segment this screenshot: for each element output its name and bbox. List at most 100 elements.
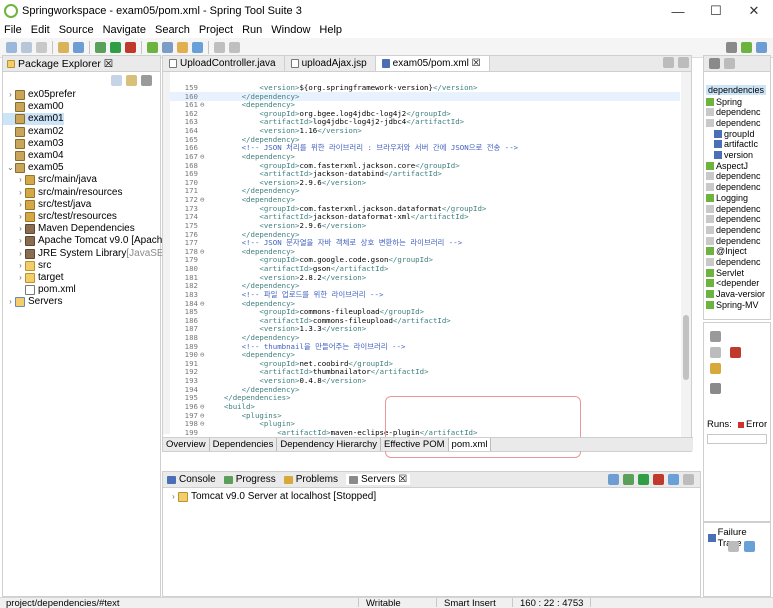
page-tab-dependency-hierarchy[interactable]: Dependency Hierarchy (277, 438, 381, 451)
tree-twisty-icon[interactable]: › (16, 174, 25, 186)
tree-item[interactable]: › JRE System Library [JavaSE-1.8] (3, 248, 184, 260)
tab-pom-xml[interactable]: exam05/pom.xml ☒ (375, 56, 490, 71)
outline-item[interactable]: dependenc (706, 235, 761, 246)
compare-result-icon[interactable] (744, 541, 755, 552)
page-tab-dependencies[interactable]: Dependencies (210, 438, 278, 451)
nav-back-icon[interactable] (214, 42, 225, 53)
page-tab-effective-pom[interactable]: Effective POM (381, 438, 449, 451)
menu-edit[interactable]: Edit (31, 24, 50, 36)
maximize-editor-icon[interactable] (678, 57, 689, 68)
toolbar-search-icon[interactable] (726, 42, 737, 53)
minimize-editor-icon[interactable] (663, 57, 674, 68)
tab-console[interactable]: Console (167, 474, 216, 485)
folder-icon[interactable] (177, 42, 188, 53)
outline-item[interactable]: dependenc (706, 182, 761, 193)
menu-navigate[interactable]: Navigate (103, 24, 146, 36)
outline-item[interactable]: Servlet (706, 267, 744, 278)
tree-item[interactable]: › Maven Dependencies (3, 223, 135, 235)
tab-upload-controller[interactable]: UploadController.java (163, 56, 285, 71)
open-type-icon[interactable] (58, 42, 69, 53)
outline-item[interactable]: Java-versior (706, 289, 765, 300)
server-publish-icon[interactable] (668, 474, 679, 485)
new-icon[interactable] (6, 42, 17, 53)
outline-item[interactable]: @Inject (706, 246, 747, 257)
page-tab-overview[interactable]: Overview (163, 438, 210, 451)
outline-item[interactable]: <depender (706, 278, 759, 289)
tree-twisty-icon[interactable]: › (16, 272, 25, 284)
outline-item[interactable]: dependenc (706, 107, 761, 118)
tree-twisty-icon[interactable]: › (16, 211, 25, 223)
tab-servers[interactable]: Servers ☒ (345, 474, 411, 485)
collapse-all-icon[interactable] (111, 74, 122, 86)
perspective-spring-icon[interactable] (741, 42, 752, 53)
tree-twisty-icon[interactable]: › (16, 199, 25, 211)
maximize-button[interactable]: ☐ (697, 3, 735, 19)
tree-item[interactable]: › src/main/resources (3, 187, 122, 199)
tree-twisty-icon[interactable]: › (16, 223, 25, 235)
tab-problems[interactable]: Problems (283, 474, 338, 485)
tree-item[interactable]: › target (3, 272, 64, 284)
tab-upload-ajax[interactable]: uploadAjax.jsp (285, 56, 376, 71)
spring-boot-icon[interactable] (147, 42, 158, 53)
outline-item[interactable]: artifactIc (714, 139, 758, 150)
panel-minimize-icon[interactable] (683, 474, 694, 485)
server-debug-icon[interactable] (608, 474, 619, 485)
tab-progress[interactable]: Progress (223, 474, 276, 485)
error-marker-icon[interactable] (730, 347, 741, 358)
link-editor-icon[interactable] (126, 74, 137, 86)
outline-item[interactable]: dependenc (706, 203, 761, 214)
tree-twisty-icon[interactable]: › (16, 235, 25, 247)
tree-item[interactable]: › Servers (3, 296, 62, 308)
close-button[interactable]: ✕ (735, 3, 773, 19)
tree-twisty-icon[interactable]: ⌄ (6, 162, 15, 174)
tree-item[interactable]: exam01 (3, 113, 64, 126)
outline-item[interactable]: groupId (714, 128, 755, 139)
server-start-icon[interactable] (623, 474, 634, 485)
outline-item[interactable]: Spring (706, 96, 742, 107)
tree-item[interactable]: pom.xml (3, 284, 76, 296)
server-stop-icon[interactable] (653, 474, 664, 485)
outline-item[interactable]: Spring-MV (706, 299, 759, 310)
tree-item[interactable]: › src/main/java (3, 174, 97, 186)
server-run-icon[interactable] (638, 474, 649, 485)
menu-source[interactable]: Source (59, 24, 94, 36)
menu-window[interactable]: Window (271, 24, 310, 36)
tree-item[interactable]: exam03 (3, 138, 64, 150)
server-entry[interactable]: › Tomcat v9.0 Server at localhost [Stopp… (169, 491, 376, 502)
menu-help[interactable]: Help (319, 24, 342, 36)
outline-selected-node[interactable]: dependencies (706, 85, 767, 95)
minimize-button[interactable]: — (659, 4, 697, 19)
refresh-icon[interactable] (162, 42, 173, 53)
menu-project[interactable]: Project (199, 24, 233, 36)
tree-item[interactable]: › src/test/java (3, 199, 91, 211)
outline-item[interactable]: dependenc (706, 117, 761, 128)
view-menu-icon[interactable] (141, 74, 152, 86)
outline-tab[interactable] (704, 56, 770, 72)
view-arrows-icon[interactable] (710, 347, 721, 358)
filter-stack-icon[interactable] (728, 541, 739, 552)
outline-item[interactable]: dependenc (706, 224, 761, 235)
tree-twisty-icon[interactable]: › (16, 248, 25, 260)
tree-item[interactable]: › src/test/resources (3, 211, 117, 223)
tree-item[interactable]: exam04 (3, 150, 64, 162)
outline-item[interactable]: dependenc (706, 214, 761, 225)
outline-item[interactable]: dependenc (706, 257, 761, 268)
outline-item[interactable]: AspectJ (706, 160, 748, 171)
save-icon[interactable] (21, 42, 32, 53)
tree-twisty-icon[interactable]: › (6, 89, 15, 101)
menu-run[interactable]: Run (242, 24, 262, 36)
tree-twisty-icon[interactable]: › (16, 187, 25, 199)
stop-icon[interactable] (125, 42, 136, 53)
editor-scrollbar[interactable] (681, 72, 691, 438)
menu-file[interactable]: File (4, 24, 22, 36)
perspective-java-icon[interactable] (756, 42, 767, 53)
menu-search[interactable]: Search (155, 24, 190, 36)
expand-chevron-icon[interactable]: › (169, 492, 178, 501)
save-all-icon[interactable] (36, 42, 47, 53)
tree-item[interactable]: exam00 (3, 101, 64, 113)
history-icon[interactable] (710, 363, 721, 374)
junit-icon[interactable] (710, 383, 721, 394)
outline-item[interactable]: version (714, 150, 753, 161)
run-icon[interactable] (110, 42, 121, 53)
nav-forward-icon[interactable] (229, 42, 240, 53)
